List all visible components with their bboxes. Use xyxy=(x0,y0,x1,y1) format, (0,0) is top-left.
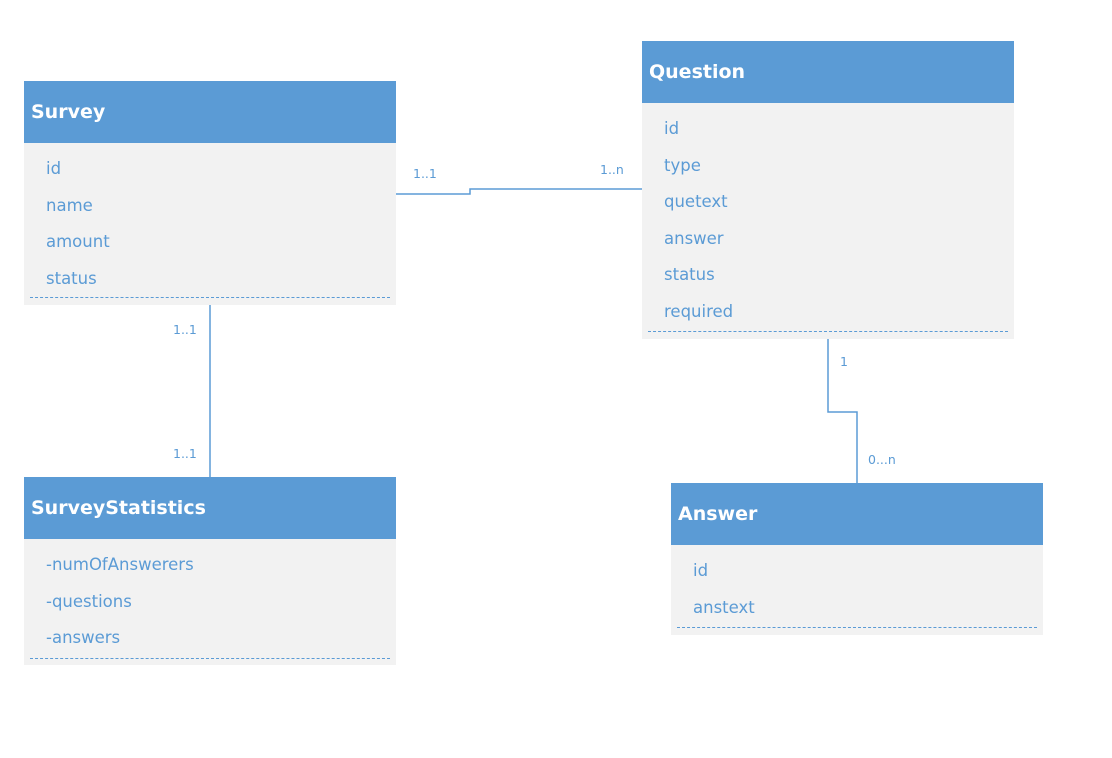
question-answer-multiplicity-answer: 0...n xyxy=(868,452,896,467)
survey-statistics-divider xyxy=(30,658,390,659)
question-attribute: status xyxy=(664,265,715,284)
question-attribute: quetext xyxy=(664,192,728,211)
survey-statistics-attribute: -answers xyxy=(46,628,121,647)
question-attribute: type xyxy=(664,155,701,175)
survey-stats-multiplicity-survey: 1..1 xyxy=(173,322,197,337)
question-entity[interactable]: Question id type quetext answer status r… xyxy=(642,41,1014,339)
survey-question-multiplicity-question: 1..n xyxy=(600,162,624,177)
question-answer-multiplicity-question: 1 xyxy=(840,354,848,369)
survey-statistics-entity-title: SurveyStatistics xyxy=(24,477,396,539)
question-attribute: answer xyxy=(664,228,724,248)
question-attribute-list: id type quetext answer status required xyxy=(642,103,1014,330)
survey-statistics-attribute: -numOfAnswerers xyxy=(46,555,194,574)
question-entity-title: Question xyxy=(642,41,1014,103)
question-attribute: id xyxy=(664,119,680,138)
survey-attribute: status xyxy=(46,268,97,288)
survey-question-multiplicity-survey: 1..1 xyxy=(413,166,437,181)
question-attribute: required xyxy=(664,301,734,321)
answer-entity-title: Answer xyxy=(671,483,1043,545)
survey-statistics-attribute: -questions xyxy=(46,591,132,611)
survey-entity-title: Survey xyxy=(24,81,396,143)
answer-attribute-list: id anstext xyxy=(671,545,1043,626)
survey-entity[interactable]: Survey id name amount status xyxy=(24,81,396,305)
answer-entity[interactable]: Answer id anstext xyxy=(671,483,1043,635)
survey-attribute: name xyxy=(46,195,93,215)
survey-attribute-list: id name amount status xyxy=(24,143,396,297)
survey-statistics-entity[interactable]: SurveyStatistics -numOfAnswerers -questi… xyxy=(24,477,396,665)
survey-statistics-attribute-list: -numOfAnswerers -questions -answers xyxy=(24,539,396,657)
answer-attribute: id xyxy=(693,561,709,580)
survey-question-connector xyxy=(396,188,642,195)
survey-stats-multiplicity-stats: 1..1 xyxy=(173,446,197,461)
survey-divider xyxy=(30,297,390,298)
question-divider xyxy=(648,331,1008,332)
survey-attribute: amount xyxy=(46,232,110,251)
answer-attribute: anstext xyxy=(693,597,755,617)
answer-divider xyxy=(677,627,1037,628)
survey-attribute: id xyxy=(46,159,62,178)
